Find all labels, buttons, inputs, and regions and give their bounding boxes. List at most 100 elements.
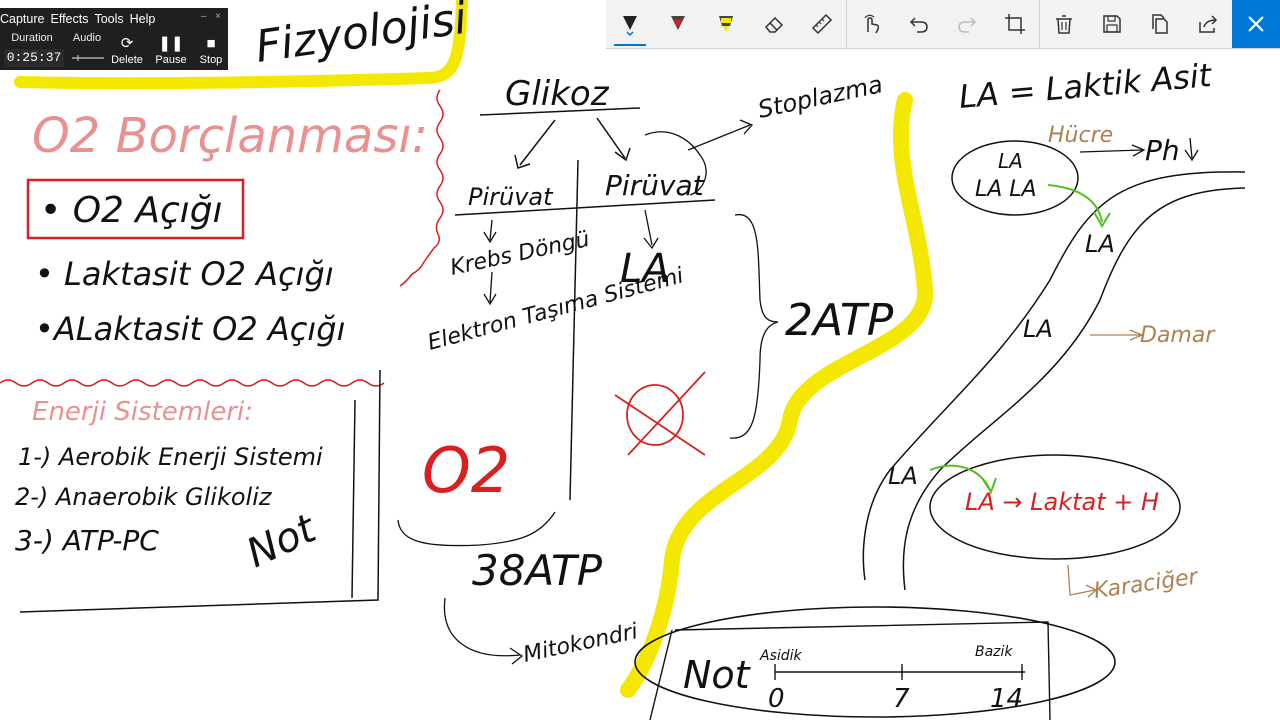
ph-line bbox=[774, 664, 1025, 680]
mitokondri-label: Mitokondri bbox=[521, 619, 640, 668]
pause-icon: ❚❚ bbox=[158, 35, 184, 52]
delete-icon bbox=[1056, 15, 1072, 34]
la-middle: LA bbox=[620, 246, 670, 292]
delete-ink-button[interactable] bbox=[1040, 0, 1088, 48]
eraser-button[interactable] bbox=[750, 0, 798, 48]
mitokondri-arrow bbox=[443, 597, 524, 665]
karaciger-label: Karaciğer bbox=[1092, 564, 1201, 604]
piruvat-right: Pirüvat bbox=[605, 169, 705, 202]
ph-label: Ph bbox=[1145, 134, 1180, 167]
ph-down-arrow bbox=[1184, 137, 1199, 162]
whiteboard-canvas[interactable]: Fizyolojisi O2 Borçlanması: • O2 Açığı •… bbox=[0, 0, 1280, 720]
o2-item-1: • O2 Açığı bbox=[40, 190, 223, 231]
audio-label[interactable]: Audio bbox=[66, 30, 108, 46]
menu-help[interactable]: Help bbox=[130, 12, 156, 26]
glikoz-label: Glikoz bbox=[505, 74, 610, 114]
o2-item-3: •ALaktasit O2 Açığı bbox=[35, 310, 345, 348]
ballpoint-pen-button[interactable] bbox=[606, 0, 654, 48]
ruler-button[interactable] bbox=[798, 0, 846, 48]
stop-label: Stop bbox=[199, 54, 223, 66]
o2-item-2: • Laktasit O2 Açığı bbox=[35, 255, 334, 293]
highlighter-button[interactable] bbox=[702, 0, 750, 48]
ph-tick-7: 7 bbox=[893, 684, 910, 714]
arrow-right-piruvat bbox=[596, 117, 631, 162]
krebs-label: Krebs Döngü bbox=[448, 227, 592, 281]
la-vessel-1: LA bbox=[1085, 230, 1115, 258]
pause-label: Pause bbox=[155, 54, 187, 66]
center-divider bbox=[569, 159, 579, 501]
title-fizyolojisi: Fizyolojisi bbox=[252, 0, 470, 73]
window-controls[interactable]: – × bbox=[201, 11, 224, 22]
eraser-icon bbox=[764, 16, 784, 33]
stoplazma-label: Stoplazma bbox=[755, 70, 885, 124]
ph-tick-0: 0 bbox=[768, 684, 785, 714]
crop-icon bbox=[1005, 14, 1025, 34]
arrow-to-la bbox=[643, 209, 659, 250]
energy-item-2: 2-) Anaerobik Glikoliz bbox=[15, 483, 273, 511]
save-icon bbox=[1103, 15, 1121, 33]
redo-icon bbox=[958, 17, 977, 33]
crossed-o2 bbox=[626, 384, 684, 446]
damar-label: Damar bbox=[1140, 323, 1216, 348]
energy-item-1: 1-) Aerobik Enerji Sistemi bbox=[18, 443, 323, 471]
ph-not-label: Not bbox=[683, 653, 752, 697]
redo-button[interactable] bbox=[943, 0, 991, 48]
share-button[interactable] bbox=[1184, 0, 1232, 48]
vessel-lower bbox=[902, 187, 1246, 591]
menu-capture[interactable]: Capture bbox=[0, 12, 44, 26]
brace-38atp bbox=[397, 511, 556, 547]
energy-item-3: 3-) ATP-PC bbox=[15, 524, 159, 557]
copy-icon bbox=[1152, 14, 1168, 34]
duration-value: 0:25:37 bbox=[4, 49, 64, 67]
copy-button[interactable] bbox=[1136, 0, 1184, 48]
menu-tools[interactable]: Tools bbox=[94, 12, 123, 26]
undo-button[interactable] bbox=[895, 0, 943, 48]
pencil-icon bbox=[671, 16, 685, 30]
recorder-menu: Capture Effects Tools Help bbox=[0, 10, 155, 28]
recorder-body: Duration Audio 0:25:37 ⟳ Delete ❚❚ Pause… bbox=[0, 30, 228, 70]
delete-button[interactable]: ⟳ Delete bbox=[106, 34, 148, 70]
save-button[interactable] bbox=[1088, 0, 1136, 48]
arrow-elektron bbox=[483, 271, 497, 306]
ink-toolbar bbox=[606, 0, 1280, 49]
pause-button[interactable]: ❚❚ Pause bbox=[150, 34, 192, 70]
delete-label: Delete bbox=[111, 54, 143, 66]
ph-bazik-label: Bazik bbox=[975, 644, 1013, 660]
highlighter-icon bbox=[719, 16, 733, 32]
undo-icon bbox=[909, 17, 928, 33]
audio-level-icon[interactable] bbox=[70, 52, 106, 64]
refresh-icon: ⟳ bbox=[120, 35, 134, 52]
touch-writing-icon bbox=[864, 14, 880, 34]
laktat-label: LA → Laktat + H bbox=[965, 488, 1159, 516]
close-icon bbox=[1248, 16, 1264, 32]
piruvat-left: Pirüvat bbox=[468, 183, 554, 211]
la-cell-2: LA LA bbox=[975, 177, 1037, 202]
hucre-label: Hücre bbox=[1048, 123, 1113, 148]
red-cross bbox=[614, 371, 706, 456]
arrow-left-piruvat bbox=[514, 119, 556, 169]
touch-writing-button[interactable] bbox=[847, 0, 895, 48]
o2-heading: O2 Borçlanması: bbox=[32, 108, 428, 164]
menu-effects[interactable]: Effects bbox=[50, 12, 88, 26]
share-icon bbox=[1199, 15, 1218, 33]
ph-asidik-label: Asidik bbox=[759, 648, 803, 664]
o2-middle: O2 bbox=[422, 434, 510, 507]
la-vessel-2: LA bbox=[1023, 315, 1053, 343]
red-wavy-horizontal bbox=[0, 379, 385, 387]
screen-recorder-widget: Capture Effects Tools Help – × Duration … bbox=[0, 8, 228, 70]
brace-2atp bbox=[729, 214, 779, 439]
stoplazma-arrow bbox=[687, 119, 754, 151]
stop-icon: ■ bbox=[206, 35, 216, 52]
la-definition: LA = Laktik Asit bbox=[957, 56, 1214, 116]
damar-pointer bbox=[1090, 329, 1144, 341]
crop-button[interactable] bbox=[991, 0, 1039, 48]
close-button[interactable] bbox=[1232, 0, 1280, 48]
atp38-label: 38ATP bbox=[472, 546, 603, 595]
pencil-button[interactable] bbox=[654, 0, 702, 48]
atp2-label: 2ATP bbox=[785, 295, 894, 346]
ballpoint-pen-icon bbox=[623, 16, 637, 36]
stop-button[interactable]: ■ Stop bbox=[190, 34, 232, 70]
ph-tick-14: 14 bbox=[990, 684, 1023, 714]
la-cell-1: LA bbox=[998, 149, 1023, 173]
duration-label: Duration bbox=[11, 32, 53, 44]
